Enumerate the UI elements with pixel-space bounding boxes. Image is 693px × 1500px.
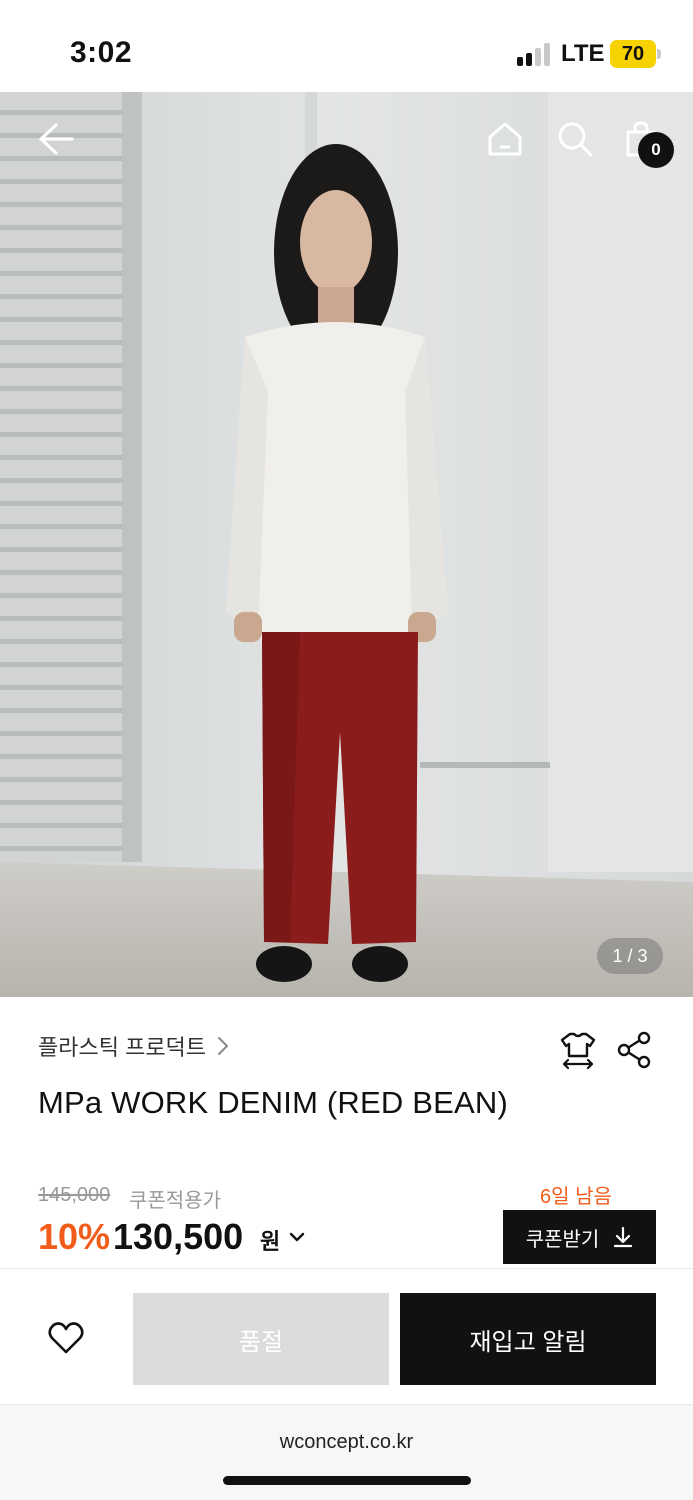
search-button[interactable]	[552, 116, 598, 162]
section-divider	[0, 1268, 693, 1269]
status-bar: 3:02 LTE 70	[0, 0, 693, 92]
share-icon	[617, 1031, 651, 1069]
browser-address-bar[interactable]: wconcept.co.kr	[0, 1404, 693, 1500]
battery-level: 70	[621, 42, 645, 65]
product-title: MPa WORK DENIM (RED BEAN)	[38, 1085, 509, 1120]
restock-alert-button[interactable]: 재입고 알림	[400, 1293, 656, 1385]
discount-rate: 10%	[38, 1216, 111, 1257]
cart-count-badge: 0	[638, 132, 674, 168]
soldout-button[interactable]: 품절	[133, 1293, 389, 1385]
product-image-gallery[interactable]: 0 1 / 3	[0, 92, 693, 997]
arrow-left-icon	[39, 123, 74, 155]
url-text[interactable]: wconcept.co.kr	[0, 1431, 693, 1454]
size-guide-button[interactable]	[558, 1030, 598, 1070]
share-button[interactable]	[614, 1030, 654, 1070]
network-type: LTE	[561, 40, 605, 67]
image-counter: 1 / 3	[597, 938, 663, 974]
coupon-download-button[interactable]: 쿠폰받기	[503, 1210, 656, 1264]
size-guide-icon	[560, 1032, 596, 1070]
status-time: 3:02	[70, 36, 133, 69]
coupon-days-left: 6일 남음	[540, 1186, 612, 1208]
coupon-price-label: 쿠폰적용가	[129, 1190, 221, 1212]
home-button[interactable]	[482, 116, 528, 162]
chevron-down-icon[interactable]	[288, 1230, 306, 1244]
brand-link[interactable]: 플라스틱 프로덕트	[38, 1030, 230, 1062]
wishlist-button[interactable]	[46, 1318, 86, 1358]
coupon-button-label: 쿠폰받기	[525, 1228, 600, 1251]
battery-cap	[657, 49, 661, 59]
original-price: 145,000	[38, 1184, 111, 1206]
home-icon	[488, 122, 522, 156]
product-photo	[0, 92, 693, 997]
search-icon	[558, 122, 593, 157]
battery-icon: 70	[610, 40, 656, 68]
chevron-right-icon	[218, 1037, 229, 1055]
download-icon	[614, 1226, 633, 1248]
home-indicator[interactable]	[223, 1476, 471, 1485]
signal-icon	[517, 42, 553, 66]
back-button[interactable]	[30, 116, 80, 162]
heart-icon	[48, 1322, 84, 1354]
price-unit: 원	[260, 1229, 281, 1254]
sale-price: 130,500	[113, 1216, 244, 1257]
brand-name: 플라스틱 프로덕트	[38, 1035, 207, 1060]
